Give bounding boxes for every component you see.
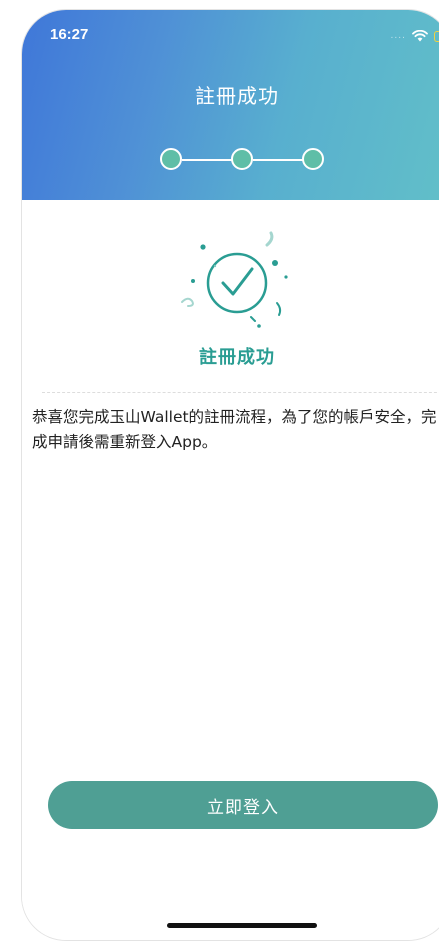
login-now-button[interactable]: 立即登入 xyxy=(48,781,438,829)
step-connector xyxy=(253,159,303,161)
success-message: 恭喜您完成玉山Wallet的註冊流程，為了您的帳戶安全，完成申請後需重新登入Ap… xyxy=(32,408,437,451)
check-circle-icon xyxy=(181,231,288,328)
content-card: 註冊成功 恭喜您完成玉山Wallet的註冊流程，為了您的帳戶安全，完成申請後需重… xyxy=(22,200,439,940)
step-connector xyxy=(182,159,232,161)
battery-icon xyxy=(434,30,439,42)
wifi-icon xyxy=(412,30,428,42)
dashed-divider xyxy=(42,392,439,393)
progress-stepper xyxy=(160,147,324,173)
header-hero: 16:27 .... 註冊成功 xyxy=(22,10,439,220)
signal-icon: .... xyxy=(390,31,406,41)
step-dot-2 xyxy=(231,148,253,170)
step-dot-3 xyxy=(302,148,324,170)
success-title: 註冊成功 xyxy=(199,347,275,368)
status-time: 16:27 xyxy=(50,26,89,43)
phone-screen: 16:27 .... 註冊成功 註冊成功 恭喜您完成玉山Wallet的註冊流程，… xyxy=(22,10,439,940)
step-dot-1 xyxy=(160,148,182,170)
home-indicator xyxy=(167,923,317,928)
page-title: 註冊成功 xyxy=(195,84,279,108)
status-icons: .... xyxy=(391,28,439,44)
